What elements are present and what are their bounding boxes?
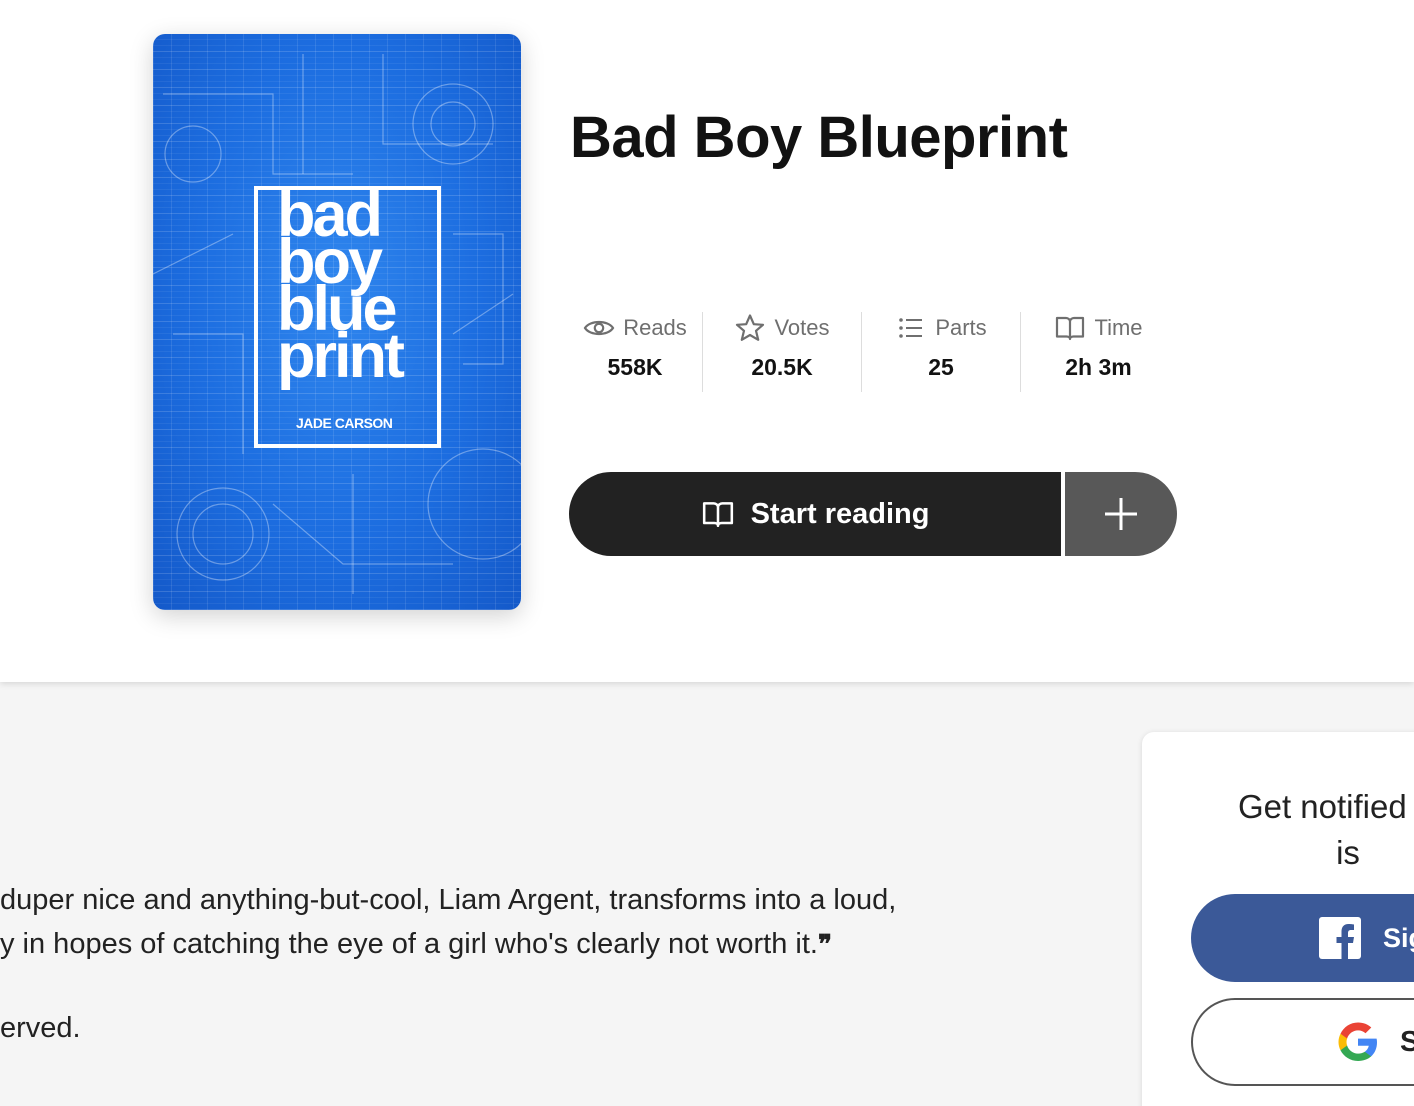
google-icon (1338, 1022, 1377, 1061)
stat-time-value: 2h 3m (1065, 354, 1132, 380)
facebook-icon (1319, 917, 1361, 959)
stat-label: Reads (568, 312, 702, 344)
story-description: duper nice and anything-but-cool, Liam A… (0, 878, 1000, 967)
google-signup-button[interactable]: S (1191, 998, 1414, 1086)
book-icon (1056, 316, 1085, 341)
stat-reads: Reads 558K (568, 312, 702, 392)
notify-heading-line: is (1336, 834, 1360, 871)
stat-reads-value: 558K (607, 354, 663, 380)
story-title: Bad Boy Blueprint (570, 105, 1068, 170)
stat-label: Parts (862, 312, 1020, 344)
notify-heading: Get notified wh is (1198, 784, 1414, 876)
stat-votes-label: Votes (774, 315, 830, 340)
star-icon (736, 314, 765, 341)
stat-parts-label: Parts (935, 315, 987, 340)
description-line: y in hopes of catching the eye of a girl… (0, 922, 1000, 967)
stat-votes-value: 20.5K (751, 354, 813, 380)
stat-label: Time (1021, 312, 1176, 344)
list-icon (899, 318, 923, 338)
eye-icon (583, 320, 615, 336)
close-quote-icon: ❞ (817, 930, 832, 960)
description-line: duper nice and anything-but-cool, Liam A… (0, 884, 897, 916)
book-icon (702, 502, 733, 527)
plus-icon (1105, 498, 1137, 530)
story-header: bad boy blue print JADE CARSON Bad Boy B… (0, 0, 1414, 682)
notify-signup-card: Get notified wh is Sig S (1142, 732, 1414, 1106)
stat-time: Time 2h 3m (1020, 312, 1176, 392)
book-cover[interactable]: bad boy blue print JADE CARSON (153, 34, 521, 610)
add-to-library-button[interactable] (1065, 472, 1177, 556)
stat-reads-label: Reads (623, 315, 687, 340)
stat-votes: Votes 20.5K (702, 312, 861, 392)
cover-title: bad boy blue print (277, 184, 437, 391)
stat-label: Votes (703, 312, 861, 344)
copyright-text: erved. (0, 1012, 81, 1044)
stat-parts: Parts 25 (861, 312, 1020, 392)
stat-time-label: Time (1094, 315, 1143, 340)
notify-heading-line: Get notified wh (1237, 788, 1414, 825)
facebook-signup-label: Sig (1383, 922, 1414, 953)
google-signup-label: S (1400, 1025, 1414, 1058)
stat-parts-value: 25 (928, 354, 954, 380)
start-reading-button[interactable]: Start reading (569, 472, 1061, 556)
description-line-text: y in hopes of catching the eye of a girl… (0, 928, 818, 960)
facebook-signup-button[interactable]: Sig (1191, 894, 1414, 982)
story-stats: Reads 558K Votes 20.5K Parts 25 Time 2h … (568, 312, 1176, 392)
cover-author: JADE CARSON (296, 415, 393, 431)
cover-title-line: print (277, 321, 405, 391)
start-reading-label: Start reading (750, 497, 930, 530)
